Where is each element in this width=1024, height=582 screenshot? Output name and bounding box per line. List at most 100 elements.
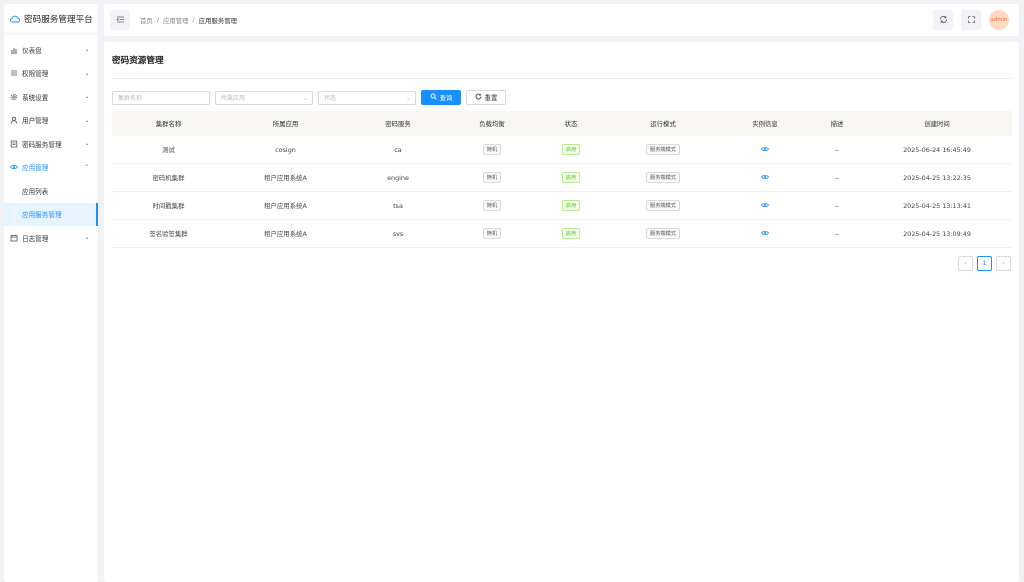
mode-cell: 服务端模式 <box>608 144 718 155</box>
status-badge: 启用 <box>561 200 581 211</box>
status-cell: 启用 <box>534 228 608 239</box>
divider <box>112 78 1012 79</box>
fullscreen-icon <box>967 15 976 26</box>
breadcrumb-home[interactable]: 首页 <box>140 16 153 25</box>
chevron-down-icon: ⌄ <box>84 140 90 148</box>
table-row: 签名验签集群 租户应用系统A svs 随机 启用 服务端模式 -- 2025-0… <box>112 220 1012 248</box>
main-content: 密码资源管理 集群名称 所属应用 ⌄ 状态 ⌄ 查询 重置 集群名称 所属应用 … <box>104 42 1019 582</box>
header-actions: admin <box>933 10 1019 30</box>
search-button[interactable]: 查询 <box>421 90 461 105</box>
calendar-icon <box>10 234 18 242</box>
status-cell: 启用 <box>534 200 608 211</box>
sidebar-item-label: 用户管理 <box>22 117 49 126</box>
pagination: ‹ 1 › <box>958 256 1011 271</box>
sidebar-menu: 仪表盘 ⌄ 权限管理 ⌄ 系统设置 ⌄ 用户管理 ⌄ 密码服务管理 ⌄ 应用管理… <box>4 34 98 250</box>
created-time: 2025-04-25 13:09:49 <box>903 229 971 238</box>
app-name: 租户应用系统A <box>264 174 307 182</box>
chevron-down-icon: ⌄ <box>84 93 90 101</box>
sidebar-item-crypto-services[interactable]: 密码服务管理 ⌄ <box>4 132 98 156</box>
user-icon <box>10 116 18 124</box>
chevron-down-icon: ⌄ <box>84 69 90 77</box>
lb-cell: 随机 <box>450 172 534 183</box>
description: -- <box>834 173 840 182</box>
sidebar-subitem-app-list[interactable]: 应用列表 <box>4 179 98 203</box>
mode-tag: 服务端模式 <box>646 172 680 183</box>
sidebar-item-label: 权限管理 <box>22 70 49 79</box>
sidebar-item-dashboard[interactable]: 仪表盘 ⌄ <box>4 38 98 62</box>
prev-page-button[interactable]: ‹ <box>958 256 973 271</box>
search-icon <box>430 93 437 102</box>
instance-info-cell <box>718 230 812 238</box>
crypto-service: svs <box>392 229 404 238</box>
gear-icon <box>10 93 18 101</box>
cluster-name: 密码机集群 <box>152 174 185 182</box>
fullscreen-button[interactable] <box>961 10 981 30</box>
sidebar-item-logs[interactable]: 日志管理 ⌄ <box>4 226 98 250</box>
reset-button-label: 重置 <box>484 94 498 102</box>
app-select[interactable]: 所属应用 ⌄ <box>215 90 313 105</box>
app-name: 租户应用系统A <box>264 230 307 238</box>
breadcrumb: 首页 / 应用管理 / 应用服务管理 <box>140 16 237 25</box>
instance-info-cell <box>718 202 812 210</box>
view-eye-icon[interactable] <box>761 146 769 154</box>
instance-info-cell <box>718 174 812 182</box>
column-header: 创建时间 <box>924 120 950 128</box>
sidebar-item-label: 日志管理 <box>22 234 49 243</box>
cluster-name-input[interactable]: 集群名称 <box>112 90 210 105</box>
next-page-button[interactable]: › <box>996 256 1011 271</box>
filter-bar: 集群名称 所属应用 ⌄ 状态 ⌄ 查询 重置 <box>112 90 506 105</box>
column-header: 运行模式 <box>650 120 676 128</box>
mode-cell: 服务端模式 <box>608 172 718 183</box>
crypto-service: tsa <box>393 201 403 210</box>
sidebar-item-settings[interactable]: 系统设置 ⌄ <box>4 85 98 109</box>
refresh-icon <box>939 15 948 26</box>
chevron-down-icon: ⌄ <box>405 94 411 102</box>
view-eye-icon[interactable] <box>761 174 769 182</box>
sidebar-item-label: 仪表盘 <box>22 46 42 55</box>
description: -- <box>834 201 840 210</box>
select-placeholder: 状态 <box>324 95 337 102</box>
lb-tag: 随机 <box>482 228 502 239</box>
cluster-name: 签名验签集群 <box>149 230 188 238</box>
page-number-button[interactable]: 1 <box>977 256 992 271</box>
lb-cell: 随机 <box>450 228 534 239</box>
sidebar-subitem-app-services[interactable]: 应用服务管理 <box>4 202 98 226</box>
input-placeholder: 集群名称 <box>118 95 143 102</box>
chevron-down-icon: ⌄ <box>84 46 90 54</box>
sidebar-item-permissions[interactable]: 权限管理 ⌄ <box>4 62 98 86</box>
mode-tag: 服务端模式 <box>646 144 680 155</box>
avatar[interactable]: admin <box>989 10 1009 30</box>
status-badge: 启用 <box>561 144 581 155</box>
chart-icon <box>10 46 18 54</box>
instance-info-cell <box>718 146 812 154</box>
sidebar-item-users[interactable]: 用户管理 ⌄ <box>4 109 98 133</box>
lb-tag: 随机 <box>482 144 502 155</box>
status-cell: 启用 <box>534 172 608 183</box>
list-icon <box>10 69 18 77</box>
table-row: 测试 cosign ca 随机 启用 服务端模式 -- 2025-06-24 1… <box>112 136 1012 164</box>
description: -- <box>834 229 840 238</box>
column-header: 实例信息 <box>752 120 778 128</box>
view-eye-icon[interactable] <box>761 230 769 238</box>
column-header: 密码服务 <box>385 120 411 128</box>
created-time: 2025-04-25 13:22:35 <box>903 173 971 182</box>
sidebar-item-applications[interactable]: 应用管理 ⌃ <box>4 156 98 180</box>
status-cell: 启用 <box>534 144 608 155</box>
doc-icon <box>10 140 18 148</box>
crypto-service: ca <box>394 145 402 154</box>
breadcrumb-app-management[interactable]: 应用管理 <box>163 16 189 25</box>
refresh-button[interactable] <box>933 10 953 30</box>
column-header: 描述 <box>830 120 844 128</box>
menu-toggle-button[interactable] <box>110 10 130 30</box>
cloud-logo-icon <box>10 14 20 24</box>
status-select[interactable]: 状态 ⌄ <box>318 90 416 105</box>
reset-button[interactable]: 重置 <box>466 90 506 105</box>
app-name: 租户应用系统A <box>264 202 307 210</box>
breadcrumb-separator: / <box>156 15 159 24</box>
status-badge: 启用 <box>561 172 581 183</box>
view-eye-icon[interactable] <box>761 202 769 210</box>
cluster-name: 时间戳集群 <box>152 202 185 210</box>
column-header: 状态 <box>564 120 578 128</box>
crypto-service: engine <box>387 173 409 182</box>
mode-cell: 服务端模式 <box>608 228 718 239</box>
